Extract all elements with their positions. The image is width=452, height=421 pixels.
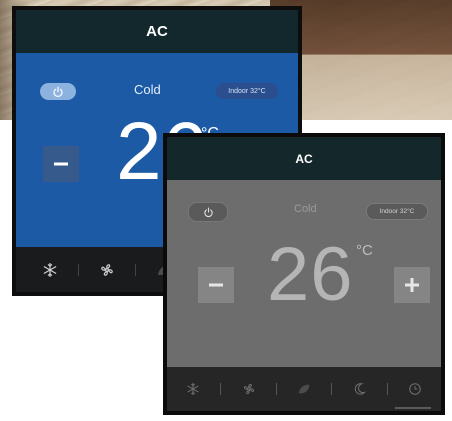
toolbar-divider [331,383,333,395]
sleep-mode-button[interactable] [344,367,376,411]
fan-mode-button[interactable] [233,367,265,411]
toolbar-divider [386,383,388,395]
fan-icon [101,263,113,276]
toolbar-divider [135,263,136,276]
eco-mode-button[interactable] [288,367,320,411]
increase-temp-button[interactable] [394,267,430,303]
cool-mode-button[interactable] [30,247,70,292]
toolbar-divider [78,263,79,276]
ac-screen: Cold Indoor 32°C 26 °C [167,180,441,367]
ac-title: AC [295,151,313,166]
decrease-temp-button[interactable] [43,146,79,182]
mode-toolbar [167,367,441,411]
temperature-value: 26 [267,232,354,317]
toolbar-divider [220,383,222,395]
mode-label: Cold [294,203,317,215]
mode-label: Cold [134,82,161,97]
ac-panel-grey-inner: AC Cold Indoor 32°C 26 °C [167,137,441,411]
toolbar-underline [395,407,431,409]
ac-panel-grey: AC Cold Indoor 32°C 26 °C [163,133,445,415]
timer-button[interactable] [399,367,431,411]
indoor-temp-badge: Indoor 32°C [366,203,428,220]
power-button[interactable] [40,83,76,100]
ac-title: AC [146,23,168,40]
snowflake-icon [187,382,199,396]
toolbar-divider [275,383,277,395]
cool-mode-button[interactable] [177,367,209,411]
power-icon [203,207,213,217]
power-icon [53,86,63,97]
clock-icon [409,383,421,395]
leaf-icon [298,384,310,394]
minus-icon [54,162,68,166]
indoor-temp-label: Indoor 32°C [379,208,415,215]
snowflake-icon [43,262,57,277]
temperature-unit: °C [356,242,373,259]
fan-icon [243,383,254,395]
minus-icon [209,283,223,287]
decrease-temp-button[interactable] [198,267,234,303]
fan-mode-button[interactable] [87,247,127,292]
ac-title-bar: AC [16,10,298,53]
ac-title-bar: AC [167,137,441,180]
power-button[interactable] [188,202,228,222]
indoor-temp-badge: Indoor 32°C [216,83,278,99]
plus-icon [405,278,419,292]
indoor-temp-label: Indoor 32°C [228,87,266,95]
moon-icon [354,383,366,395]
